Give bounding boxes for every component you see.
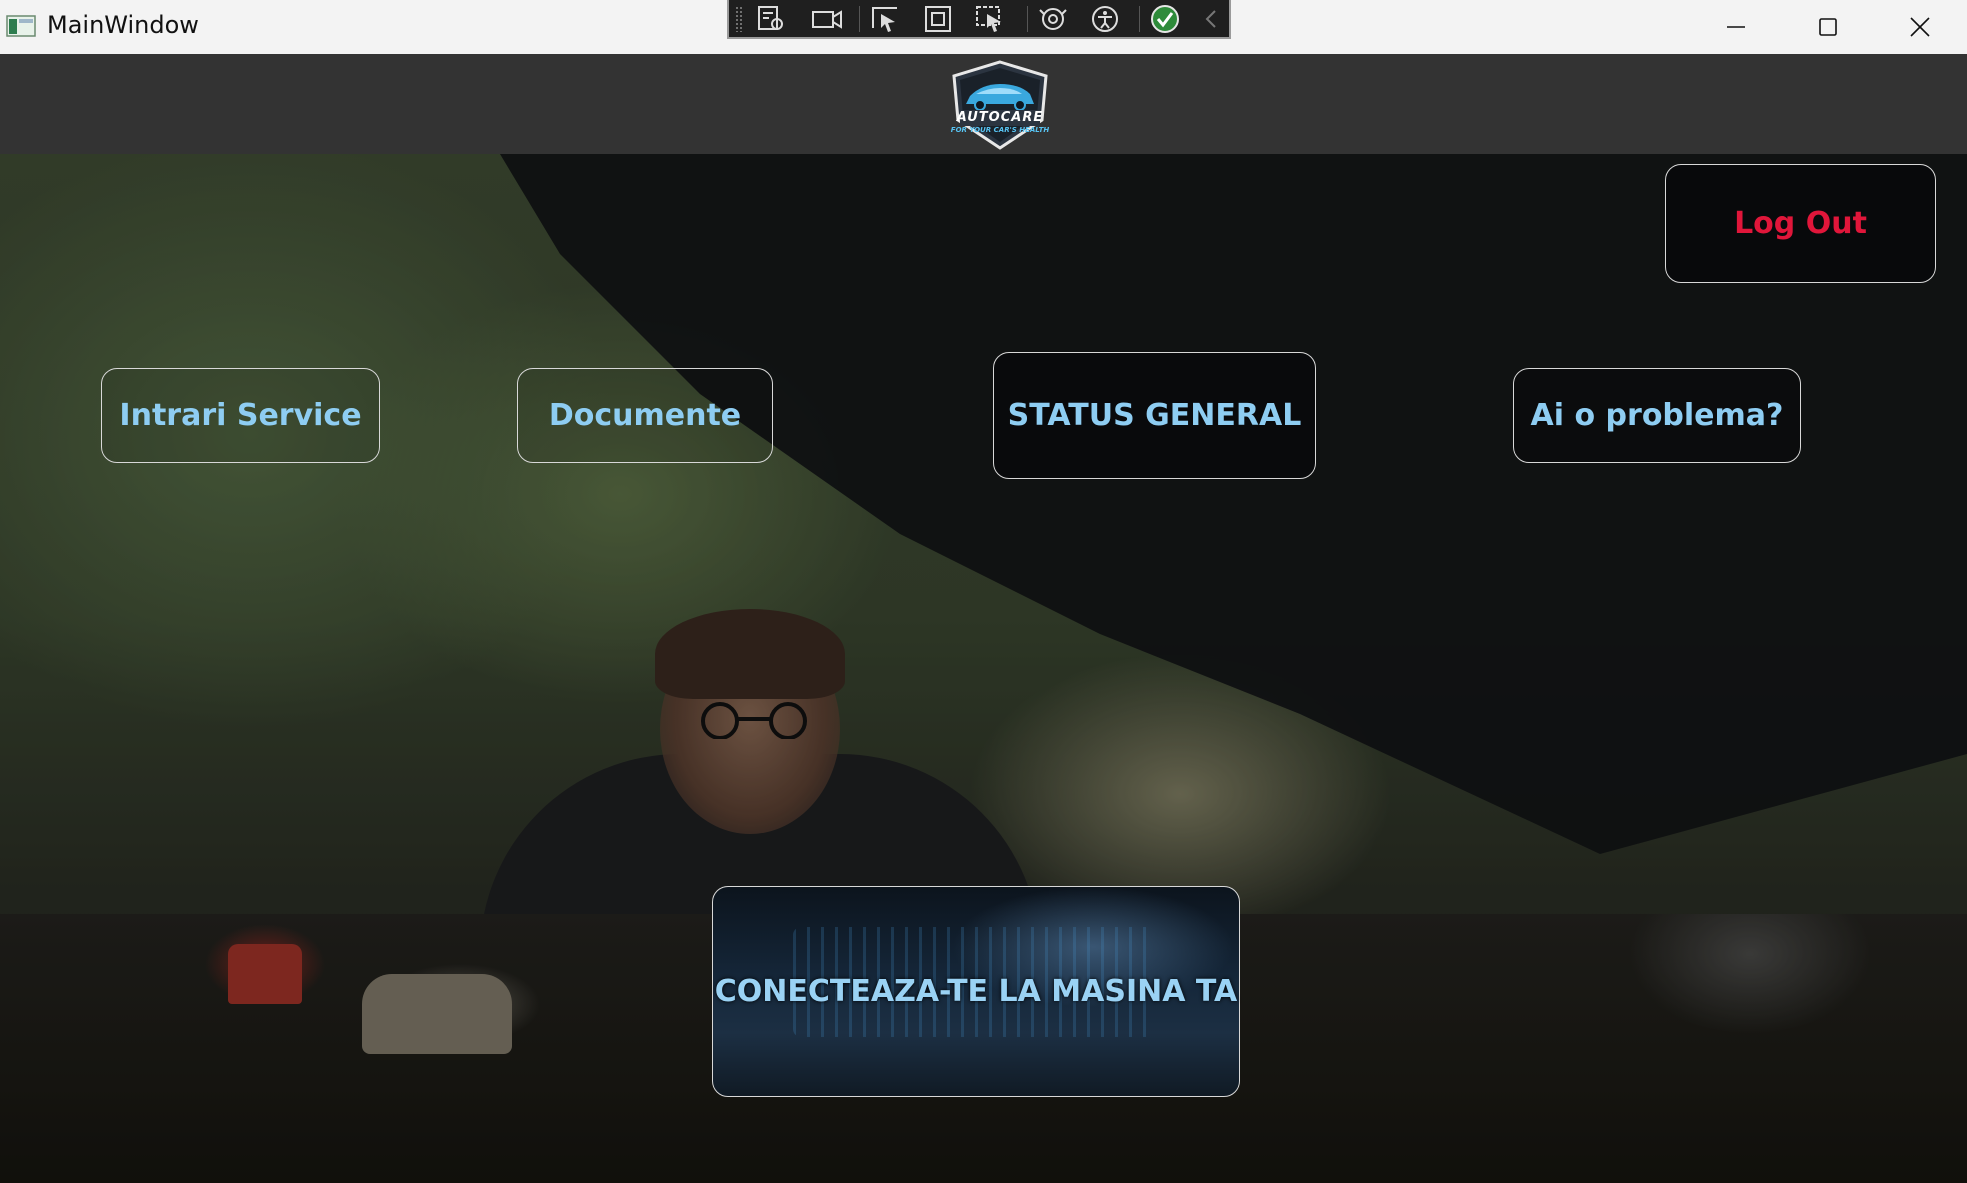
maximize-icon (1819, 18, 1837, 36)
shield-icon (952, 60, 1048, 150)
logout-button[interactable]: Log Out (1665, 164, 1936, 283)
logo-tagline: FOR YOUR CAR'S HEALTH (950, 126, 1050, 134)
minimize-button[interactable] (1690, 0, 1782, 54)
close-icon (1910, 17, 1930, 37)
close-button[interactable] (1874, 0, 1966, 54)
track-focus-icon[interactable] (973, 4, 1009, 34)
minimize-icon (1727, 26, 1745, 28)
live-visual-tree-icon[interactable] (753, 4, 789, 34)
binding-failures-icon[interactable] (1035, 4, 1071, 34)
display-layout-icon[interactable] (921, 4, 957, 34)
autocare-logo: AUTOCARE FOR YOUR CAR'S HEALTH (938, 60, 1062, 152)
intrari-service-button[interactable]: Intrari Service (101, 368, 380, 463)
separator (1139, 6, 1140, 32)
connect-car-button[interactable]: CONECTEAZA-TE LA MASINA TA (712, 886, 1240, 1097)
connect-car-label: CONECTEAZA-TE LA MASINA TA (714, 974, 1238, 1009)
window-title: MainWindow (47, 11, 199, 39)
ai-o-problema-button[interactable]: Ai o problema? (1513, 368, 1801, 463)
separator (859, 6, 860, 32)
separator (1027, 6, 1028, 32)
main-window: MainWindow AUTOCARE FOR YOUR CAR'S HEALT… (0, 0, 1967, 1183)
status-general-button[interactable]: STATUS GENERAL (993, 352, 1316, 479)
hot-reload-ok-icon[interactable] (1147, 4, 1183, 34)
debug-toolbar (727, 0, 1231, 39)
accessibility-icon[interactable] (1087, 4, 1123, 34)
app-header: AUTOCARE FOR YOUR CAR'S HEALTH (0, 54, 1967, 154)
logo-name: AUTOCARE (956, 110, 1044, 125)
documente-button[interactable]: Documente (517, 368, 773, 463)
select-element-icon[interactable] (869, 4, 905, 34)
title-bar: MainWindow (0, 0, 1967, 54)
toolbar-grip[interactable] (735, 6, 743, 32)
maximize-button[interactable] (1782, 0, 1874, 54)
collapse-icon[interactable] (1193, 4, 1229, 34)
video-icon[interactable] (809, 4, 845, 34)
app-icon (6, 15, 36, 37)
